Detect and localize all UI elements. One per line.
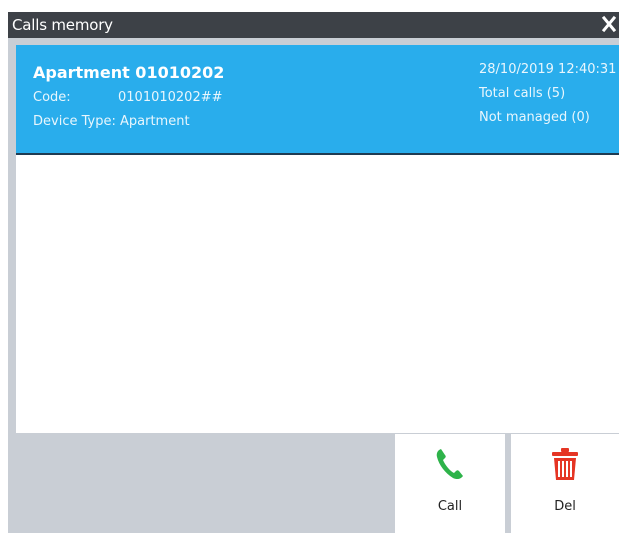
entry-code-value: 0101010202## — [118, 90, 223, 105]
window-title: Calls memory — [12, 16, 113, 34]
entry-name: Apartment 01010202 — [33, 63, 225, 82]
close-icon[interactable] — [601, 13, 617, 35]
call-entry-selected[interactable]: Apartment 01010202 Code: 0101010202## Dev… — [16, 45, 619, 155]
call-button[interactable]: Call — [395, 434, 505, 533]
call-button-label: Call — [437, 499, 463, 514]
calls-list: Apartment 01010202 Code: 0101010202## Dev… — [16, 45, 619, 433]
entry-device-value: Apartment — [119, 114, 190, 129]
entry-device-row: Device Type: Apartment — [33, 114, 190, 129]
entry-code-label: Code: — [33, 90, 71, 105]
delete-button[interactable]: Del — [511, 434, 619, 533]
entry-device-label: Device Type: — [33, 114, 116, 129]
delete-button-label: Del — [554, 499, 576, 514]
trash-icon — [552, 448, 578, 480]
entry-total-calls: Total calls (5) — [479, 86, 566, 101]
entry-code-row: Code: 0101010202## — [33, 90, 223, 105]
calls-memory-window: Calls memory Apartment 01010202 Code: 010… — [8, 12, 619, 533]
title-bar: Calls memory — [8, 12, 619, 38]
entry-datetime: 28/10/2019 12:40:31 — [479, 62, 617, 77]
entry-not-managed: Not managed (0) — [479, 110, 590, 125]
phone-icon — [436, 449, 463, 480]
